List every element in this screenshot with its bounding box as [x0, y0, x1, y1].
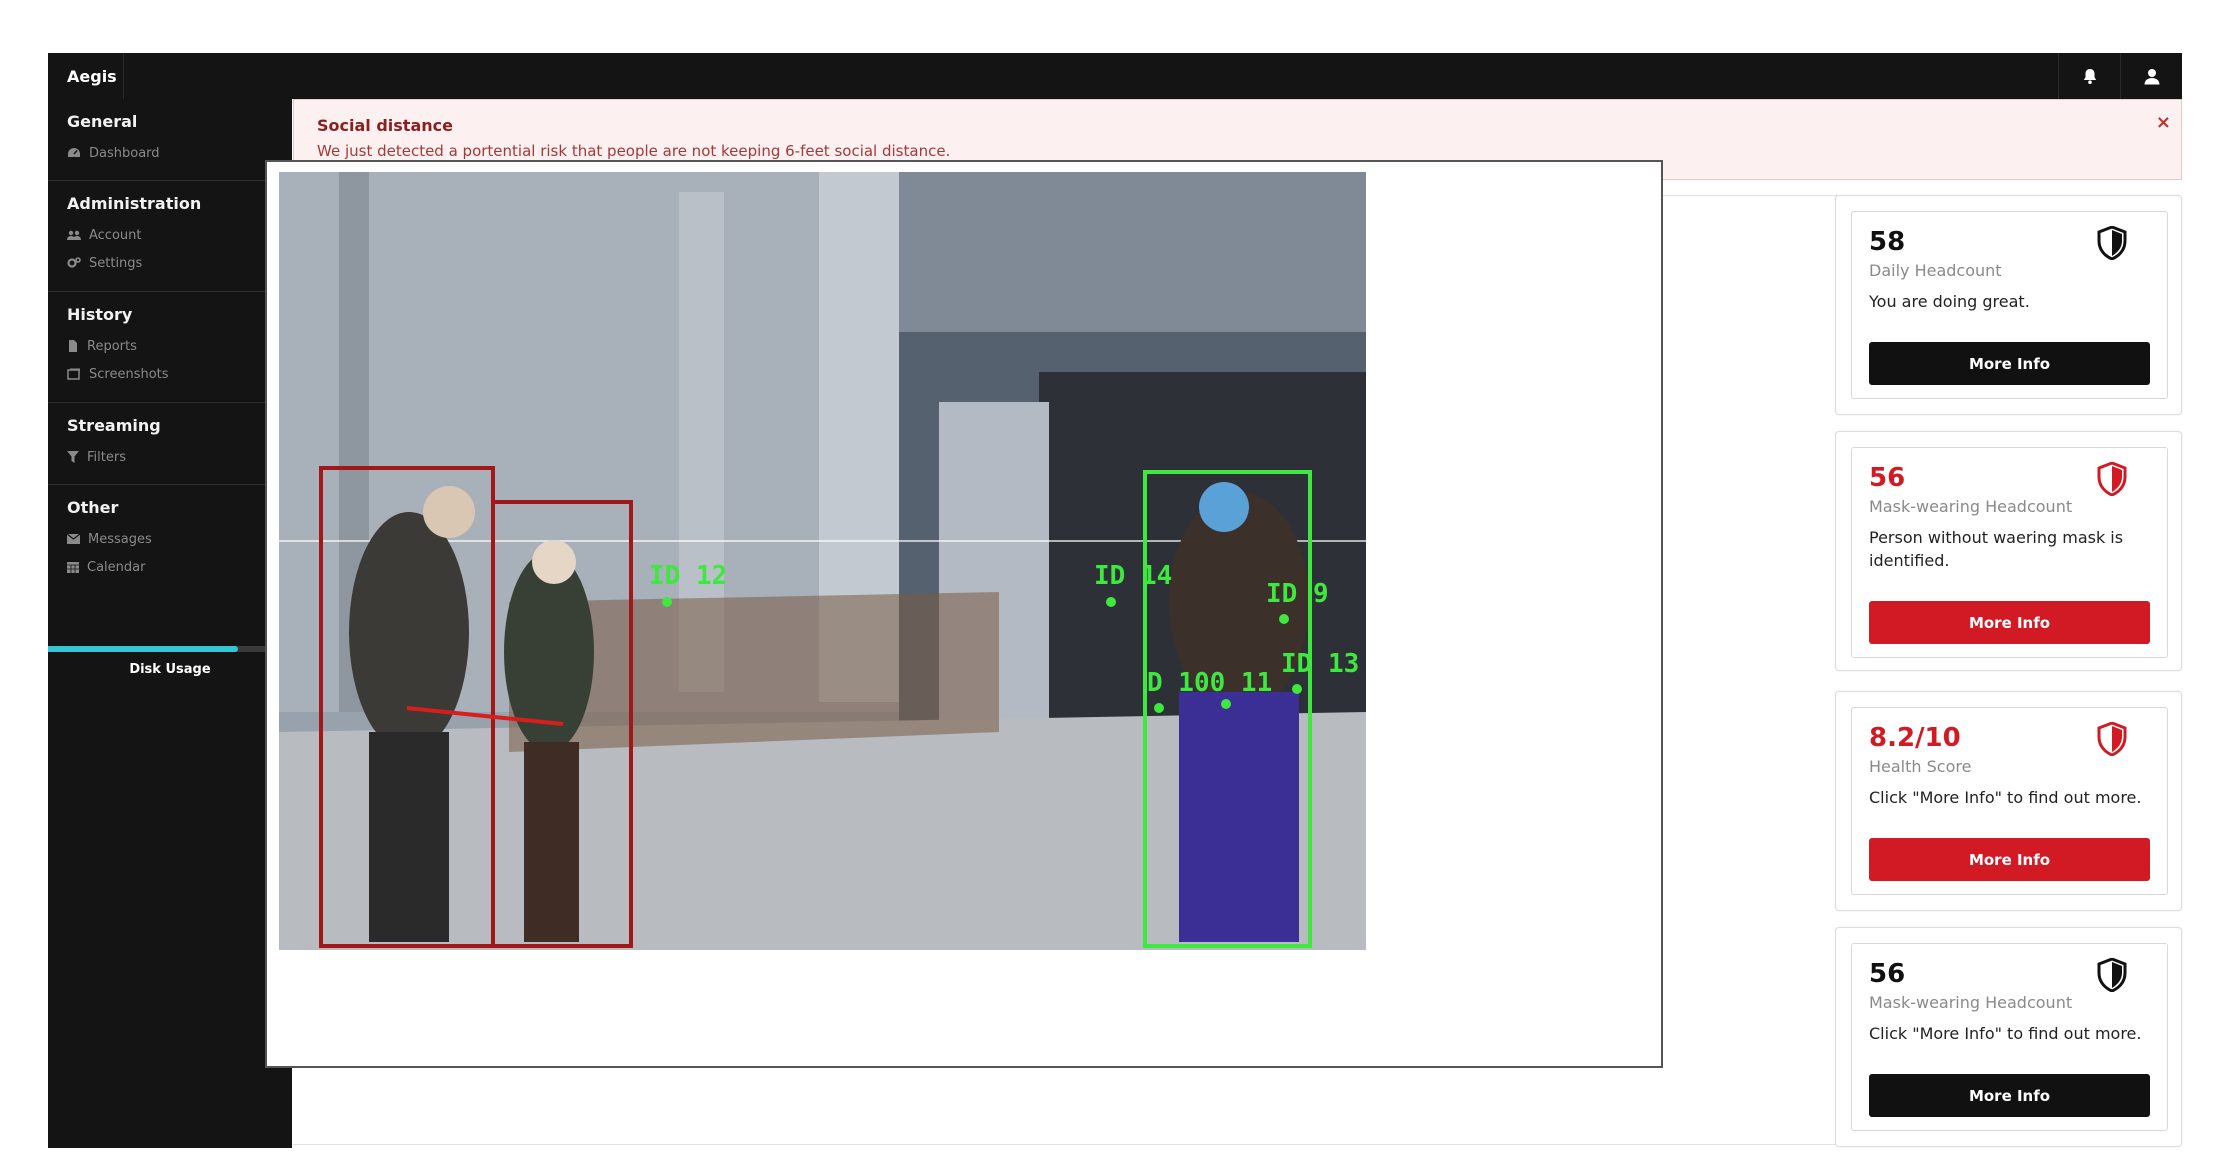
camera-scene: ID 12 ID 14 ID 9 ID 13 D 100 11	[279, 172, 1366, 950]
more-info-button[interactable]: More Info	[1869, 601, 2150, 644]
more-info-button[interactable]: More Info	[1869, 838, 2150, 881]
card-label: Health Score	[1869, 757, 1972, 776]
notifications-button[interactable]	[2058, 53, 2120, 99]
more-info-button[interactable]: More Info	[1869, 1074, 2150, 1117]
card-label: Mask-wearing Headcount	[1869, 497, 2073, 516]
users-icon	[67, 230, 81, 240]
envelope-icon	[67, 534, 80, 544]
detection-label-id14: ID 14	[1094, 561, 1172, 591]
section-title: Streaming	[67, 416, 161, 435]
shield-icon	[2097, 226, 2127, 260]
shield-icon	[2097, 722, 2127, 756]
sidebar-item-messages[interactable]: Messages	[67, 525, 292, 553]
disk-usage-bar	[48, 646, 292, 652]
detection-label-id13: ID 13	[1281, 649, 1359, 679]
stats-column: 58 Daily Headcount You are doing great. …	[1835, 195, 2182, 1148]
sidebar-item-settings[interactable]: Settings	[67, 249, 292, 277]
sidebar-item-account[interactable]: Account	[67, 221, 292, 249]
disk-usage-fill	[48, 646, 239, 652]
sidebar-section-other: Other Messages Calendar	[48, 485, 292, 596]
sidebar-section-history: History Reports Screenshots	[48, 292, 292, 403]
sidebar-item-label: Dashboard	[89, 145, 160, 161]
card-message: Person without waering mask is identifie…	[1869, 528, 2124, 570]
video-panel: ID 12 ID 14 ID 9 ID 13 D 100 11	[265, 160, 1663, 1068]
detection-label-id12: ID 12	[649, 561, 727, 591]
alert-title: Social distance	[317, 116, 453, 135]
card-label: Daily Headcount	[1869, 261, 2002, 280]
bell-icon	[2083, 68, 2096, 84]
sidebar-item-dashboard[interactable]: Dashboard	[67, 139, 292, 167]
detection-label-id9: ID 9	[1266, 579, 1329, 609]
sidebar-section-general: General Dashboard	[48, 99, 292, 181]
sidebar-item-label: Messages	[88, 531, 152, 547]
stat-card-mask-headcount-2: 56 Mask-wearing Headcount Click "More In…	[1835, 927, 2182, 1147]
stat-card-mask-headcount: 56 Mask-wearing Headcount Person without…	[1835, 431, 2182, 671]
card-label: Mask-wearing Headcount	[1869, 993, 2073, 1012]
card-message: Click "More Info" to find out more.	[1869, 1024, 2142, 1043]
section-title: Administration	[67, 194, 202, 213]
card-message: Click "More Info" to find out more.	[1869, 788, 2142, 807]
sidebar-item-label: Settings	[89, 255, 143, 271]
section-title: Other	[67, 498, 119, 517]
calendar-icon	[67, 562, 79, 573]
camera-feed[interactable]: ID 12 ID 14 ID 9 ID 13 D 100 11	[279, 172, 1366, 950]
more-info-button[interactable]: More Info	[1869, 342, 2150, 385]
stat-card-daily-headcount: 58 Daily Headcount You are doing great. …	[1835, 195, 2182, 415]
shield-icon	[2097, 958, 2127, 992]
stat-card-health-score: 8.2/10 Health Score Click "More Info" to…	[1835, 691, 2182, 911]
sidebar-item-filters[interactable]: Filters	[67, 443, 292, 471]
card-message: You are doing great.	[1869, 292, 2030, 311]
alert-close-button[interactable]: ×	[2156, 112, 2171, 133]
sidebar-item-label: Filters	[87, 449, 126, 465]
card-body: 8.2/10 Health Score Click "More Info" to…	[1851, 707, 2168, 895]
sidebar-item-label: Reports	[87, 338, 137, 354]
disk-usage: Disk Usage	[48, 646, 292, 677]
sidebar-item-reports[interactable]: Reports	[67, 332, 292, 360]
dashboard-icon	[68, 148, 80, 157]
file-icon	[69, 340, 77, 352]
section-title: General	[67, 112, 138, 131]
images-icon	[67, 368, 80, 380]
top-navbar: Aegis	[48, 53, 2182, 99]
sidebar-section-administration: Administration Account Settings	[48, 181, 292, 292]
sidebar-section-streaming: Streaming Filters	[48, 403, 292, 485]
sidebar-item-label: Calendar	[87, 559, 146, 575]
filter-icon	[67, 451, 79, 463]
detection-label-id100: D 100 11	[1147, 668, 1272, 698]
alert-message: We just detected a portential risk that …	[317, 142, 951, 160]
sidebar-item-calendar[interactable]: Calendar	[67, 553, 292, 581]
shield-icon	[2097, 462, 2127, 496]
disk-usage-label: Disk Usage	[129, 662, 211, 677]
sidebar-item-screenshots[interactable]: Screenshots	[67, 360, 292, 388]
card-body: 56 Mask-wearing Headcount Person without…	[1851, 447, 2168, 658]
sidebar-item-label: Screenshots	[89, 366, 169, 382]
user-menu-button[interactable]	[2120, 53, 2182, 99]
section-title: History	[67, 305, 133, 324]
card-body: 58 Daily Headcount You are doing great. …	[1851, 211, 2168, 399]
card-body: 56 Mask-wearing Headcount Click "More In…	[1851, 943, 2168, 1131]
gears-icon	[67, 257, 81, 268]
brand-logo[interactable]: Aegis	[48, 53, 124, 99]
sidebar-item-label: Account	[89, 227, 142, 243]
sidebar: General Dashboard Administration Account…	[48, 99, 292, 1148]
user-icon	[2144, 68, 2159, 84]
